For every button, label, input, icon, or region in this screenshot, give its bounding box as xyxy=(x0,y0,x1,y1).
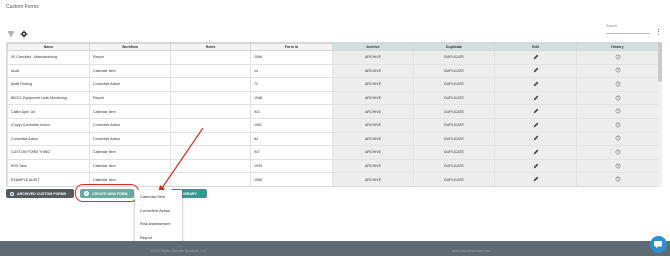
chat-button[interactable] xyxy=(650,236,667,253)
chat-icon xyxy=(654,241,662,249)
dropdown-item-calendar-item[interactable]: Calendar Item xyxy=(135,190,182,204)
create-form-dropdown: Calendar Item Corrective Action Risk Ass… xyxy=(135,190,182,246)
footer-link[interactable]: www.ehscoreservices.com xyxy=(452,249,491,253)
dropdown-item-risk-assessment[interactable]: Risk Assessment xyxy=(135,217,182,231)
dropdown-item-corrective-action[interactable]: Corrective Action xyxy=(135,204,182,218)
footer-copyright: ©2025 Rights Gensuite Solutions, LLC xyxy=(150,249,207,253)
annotation-arrow xyxy=(158,127,204,193)
footer xyxy=(0,241,670,256)
